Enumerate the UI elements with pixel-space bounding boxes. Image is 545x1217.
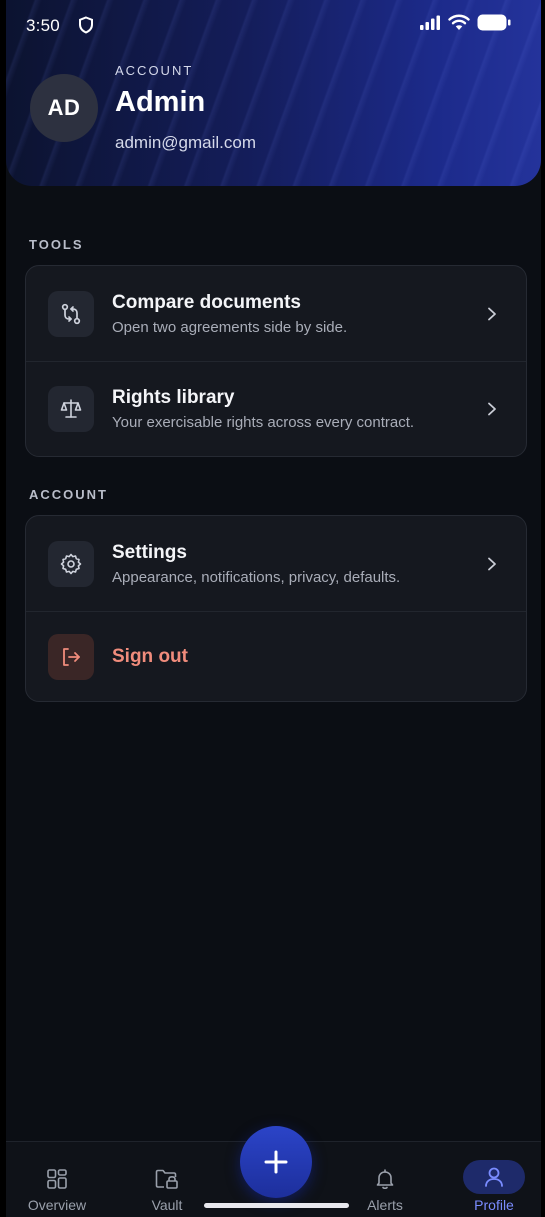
section-label-account: ACCOUNT <box>29 487 108 502</box>
compare-arrows-icon <box>48 290 94 337</box>
tab-label: Profile <box>474 1197 514 1213</box>
rights-library-text: Rights library Your exercisable rights a… <box>112 387 466 431</box>
grid-icon <box>47 1169 67 1189</box>
row-title: Rights library <box>112 387 235 408</box>
chevron-right-icon <box>488 557 496 570</box>
tab-profile[interactable]: Profile <box>454 1160 534 1213</box>
tab-label: Vault <box>151 1197 183 1213</box>
account-eyebrow: ACCOUNT <box>115 63 194 78</box>
person-icon <box>485 1167 503 1187</box>
tools-card: Compare documents Open two agreements si… <box>25 265 527 457</box>
tab-vault[interactable]: Vault <box>127 1164 207 1213</box>
plus-icon <box>264 1150 288 1174</box>
tab-label: Alerts <box>367 1197 403 1213</box>
wifi-icon <box>448 14 470 30</box>
row-subtitle: Open two agreements side by side. <box>112 318 348 336</box>
sign-out-label: Sign out <box>112 645 188 667</box>
status-bar: 3:50 <box>6 0 541 40</box>
sign-out-row[interactable]: Sign out <box>26 611 526 701</box>
signal-icon <box>420 15 440 30</box>
bell-icon <box>376 1169 394 1190</box>
rights-library-row[interactable]: Rights library Your exercisable rights a… <box>26 361 526 456</box>
row-title: Settings <box>112 541 187 563</box>
compare-documents-row[interactable]: Compare documents Open two agreements si… <box>26 266 526 361</box>
active-tab-indicator <box>463 1160 525 1194</box>
compare-documents-text: Compare documents Open two agreements si… <box>112 292 466 336</box>
row-title: Compare documents <box>112 291 301 313</box>
frame-edge-left <box>0 0 6 1217</box>
battery-icon <box>477 14 511 31</box>
profile-screen: 3:50 AD ACCOUNT Admin admin@gmail.com TO… <box>0 0 545 1217</box>
settings-text: Settings Appearance, notifications, priv… <box>112 542 466 586</box>
frame-edge-right <box>541 0 545 1217</box>
tab-label: Overview <box>27 1197 87 1213</box>
account-email: admin@gmail.com <box>115 133 257 152</box>
avatar[interactable]: AD <box>30 74 98 142</box>
sign-out-icon <box>48 633 94 680</box>
chevron-right-icon <box>488 307 496 320</box>
profile-header: 3:50 AD ACCOUNT Admin admin@gmail.com <box>6 0 541 186</box>
avatar-initials: AD <box>47 95 81 120</box>
status-time: 3:50 <box>26 16 60 35</box>
row-subtitle: Your exercisable rights across every con… <box>112 414 415 431</box>
gear-icon <box>48 540 94 587</box>
tab-overview[interactable]: Overview <box>17 1164 97 1213</box>
account-name: Admin <box>115 86 206 118</box>
home-indicator <box>204 1203 349 1208</box>
account-card: Settings Appearance, notifications, priv… <box>25 515 527 702</box>
scales-icon <box>48 386 94 432</box>
row-subtitle: Appearance, notifications, privacy, defa… <box>112 568 401 586</box>
sign-out-text: Sign out <box>112 646 466 668</box>
status-indicators <box>419 14 511 31</box>
section-label-tools: TOOLS <box>29 237 84 252</box>
chevron-right-icon <box>488 402 496 416</box>
add-button[interactable] <box>240 1126 312 1198</box>
folder-lock-icon <box>155 1169 178 1189</box>
tab-alerts[interactable]: Alerts <box>345 1164 425 1213</box>
settings-row[interactable]: Settings Appearance, notifications, priv… <box>26 516 526 611</box>
shield-icon <box>79 16 93 34</box>
